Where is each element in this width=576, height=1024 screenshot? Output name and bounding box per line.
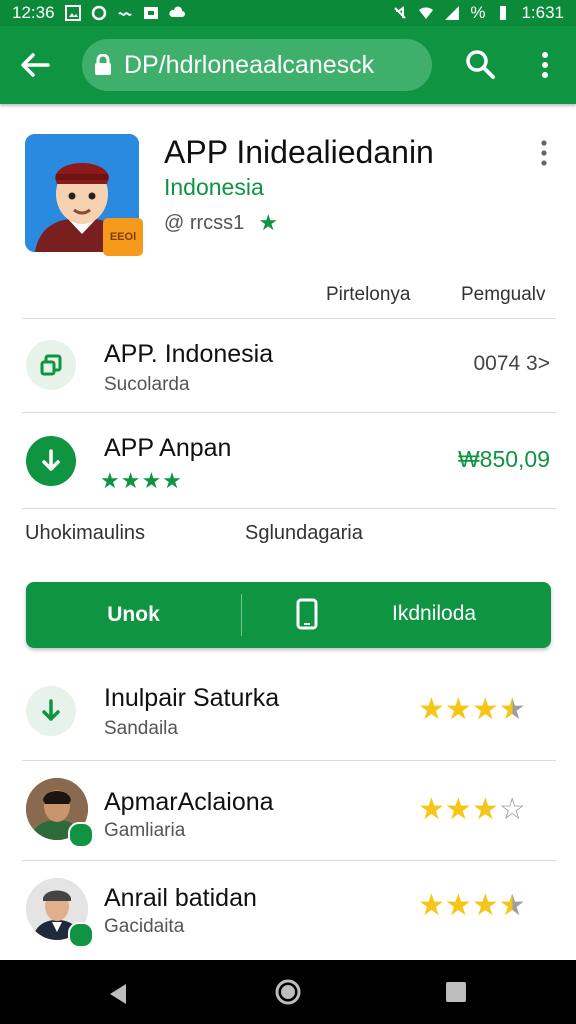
rating-star-icon: ★ — [444, 693, 472, 726]
download-icon — [26, 686, 76, 736]
nav-home-icon[interactable] — [274, 978, 302, 1006]
review-item[interactable]: ApmarAclaiona Gamliaria ★★★☆ — [0, 760, 576, 860]
battery-icon — [500, 6, 507, 20]
url-text: DP/hdrloneaalcanesck — [124, 50, 375, 79]
row-title: APP Anpan — [104, 434, 232, 462]
list-item[interactable]: APP. Indonesia Sucolarda 0074 3> — [0, 318, 576, 412]
column-headers: Pirtelonya Pemgualv — [0, 278, 576, 318]
rating-star-icon: ★ — [498, 693, 526, 726]
battery-percent-icon: % — [470, 3, 486, 22]
rating-star-icon: ★ — [418, 793, 445, 826]
nav-recent-icon[interactable] — [446, 982, 466, 1002]
app-meta-text: @ rrcss1 — [164, 211, 245, 234]
rating-stars: ★★★★ — [100, 468, 183, 493]
app-meta: @ rrcss1 ★ — [164, 210, 278, 236]
price-value: ₩850,09 — [457, 446, 550, 472]
cloud-notification-icon — [168, 6, 185, 17]
wave-notification-icon — [117, 12, 132, 16]
copy-icon — [26, 340, 76, 390]
tab-right[interactable]: Sglundagaria — [245, 522, 363, 545]
review-subtitle: Sandaila — [104, 718, 178, 739]
phone-icon — [296, 598, 318, 630]
rating-star-icon: ★ — [471, 693, 499, 726]
rating-star-icon: ★ — [418, 889, 445, 922]
app-badge: EEOl — [103, 218, 143, 256]
review-subtitle: Gamliaria — [104, 820, 186, 841]
rating-star-icon: ★ — [498, 889, 526, 922]
rating-star-icon: ★ — [471, 889, 499, 922]
status-time: 12:36 — [12, 3, 55, 22]
list-item[interactable]: APP Anpan ★★★★ ₩850,09 — [0, 412, 576, 508]
message-notification-icon — [143, 7, 158, 19]
verified-badge-icon — [68, 922, 94, 948]
row-title: APP. Indonesia — [104, 340, 274, 368]
section-tabs: Uhokimaulins Sglundagaria — [0, 514, 576, 554]
rating-star-icon: ★ — [418, 693, 445, 726]
review-item[interactable]: Inulpair Saturka Sandaila ★★★★ — [0, 662, 576, 762]
divider — [22, 508, 556, 509]
review-title: Anrail batidan — [104, 884, 257, 912]
rating-star-icon: ★ — [444, 793, 472, 826]
download-icon — [26, 436, 76, 486]
image-notification-icon — [64, 5, 81, 21]
record-notification-icon — [91, 5, 106, 21]
review-item[interactable]: Anrail batidan Gacidaita ★★★★ — [0, 860, 576, 960]
review-title: Inulpair Saturka — [104, 684, 280, 712]
status-right-text: 1:631 — [521, 3, 564, 22]
rating-star-icon: ★ — [471, 793, 499, 826]
rating-star-icon: ☆ — [498, 793, 526, 826]
status-bar: 12:36 % 1:631 — [0, 0, 576, 26]
nav-back-icon[interactable] — [106, 982, 130, 1006]
app-bar: DP/hdrloneaalcanesck — [0, 26, 576, 104]
action-bar: Unok Ikdniloda — [26, 582, 551, 648]
lock-icon — [95, 54, 111, 75]
app-developer[interactable]: Indonesia — [164, 174, 264, 201]
app-header: EEOl APP Inidealiedanin Indonesia @ rrcs… — [0, 104, 576, 274]
wifi-icon — [419, 7, 434, 19]
download-button-label: Ikdniloda — [392, 602, 477, 625]
url-bar[interactable]: DP/hdrloneaalcanesck — [82, 39, 432, 91]
overflow-menu-icon[interactable] — [536, 50, 554, 80]
rating-star-icon: ★ — [444, 889, 472, 922]
star-icon: ★ — [258, 210, 279, 235]
column-header-left: Pirtelonya — [326, 284, 411, 305]
app-title: APP Inidealiedanin — [164, 134, 434, 170]
verified-badge-icon — [68, 822, 94, 848]
tab-left[interactable]: Uhokimaulins — [25, 522, 145, 545]
search-icon[interactable] — [464, 48, 496, 80]
download-button[interactable]: Ikdniloda — [242, 582, 551, 648]
mute-icon — [394, 6, 407, 19]
back-arrow-icon[interactable] — [18, 48, 52, 82]
system-nav-bar — [0, 960, 576, 1024]
review-title: ApmarAclaiona — [104, 788, 274, 816]
app-more-icon[interactable] — [538, 138, 550, 168]
star-rating: ★★★★ — [418, 888, 526, 923]
signal-icon — [445, 6, 460, 20]
unlock-button[interactable]: Unok — [26, 582, 241, 648]
star-rating: ★★★☆ — [418, 792, 526, 827]
review-subtitle: Gacidaita — [104, 916, 185, 937]
row-value: 0074 3> — [473, 352, 551, 375]
column-header-right: Pemgualv — [461, 284, 546, 305]
row-subtitle: Sucolarda — [104, 374, 190, 395]
star-rating: ★★★★ — [418, 692, 526, 727]
